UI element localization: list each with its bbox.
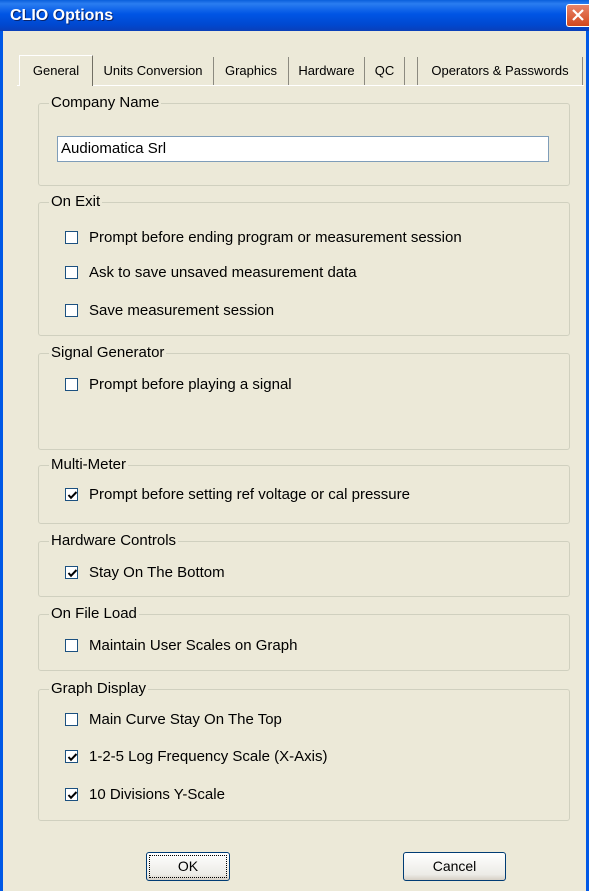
checkbox-label: Main Curve Stay On The Top — [89, 711, 282, 728]
group-label: Signal Generator — [49, 344, 167, 362]
checkbox-box[interactable] — [65, 304, 78, 317]
graph-display-group: Graph Display Main Curve Stay On The Top… — [38, 680, 570, 821]
group-label: Multi-Meter — [49, 456, 129, 474]
tab-units-conversion[interactable]: Units Conversion — [93, 57, 214, 85]
group-label: Graph Display — [49, 680, 149, 698]
checkmark-icon — [67, 791, 78, 800]
window-border-left — [0, 31, 3, 891]
tab-general[interactable]: General — [19, 55, 93, 86]
checkbox-box[interactable] — [65, 488, 78, 501]
checkbox-label: Stay On The Bottom — [89, 564, 225, 581]
checkbox-box[interactable] — [65, 750, 78, 763]
checkbox-box[interactable] — [65, 788, 78, 801]
checkbox-label: 1-2-5 Log Frequency Scale (X-Axis) — [89, 748, 328, 765]
group-label: Company Name — [49, 94, 162, 112]
checkbox-label: Maintain User Scales on Graph — [89, 637, 298, 654]
group-label: On Exit — [49, 193, 103, 211]
checkmark-icon — [67, 753, 78, 762]
checkbox-label: Prompt before ending program or measurem… — [89, 229, 462, 246]
window-title: CLIO Options — [10, 7, 114, 24]
checkbox-box[interactable] — [65, 266, 78, 279]
close-button[interactable] — [566, 4, 589, 27]
tab-strip: General Units Conversion Graphics Hardwa… — [0, 55, 589, 86]
checkbox-label: Save measurement session — [89, 302, 275, 319]
checkbox-box[interactable] — [65, 231, 78, 244]
group-label: Hardware Controls — [49, 532, 179, 550]
group-label: On File Load — [49, 605, 139, 623]
ok-button[interactable]: OK — [146, 852, 230, 881]
close-icon — [572, 9, 584, 21]
checkbox-box[interactable] — [65, 713, 78, 726]
company-name-input[interactable]: Audiomatica Srl — [57, 136, 549, 162]
signal-generator-group: Signal Generator Prompt before playing a… — [38, 344, 570, 450]
cancel-button[interactable]: Cancel — [403, 852, 506, 881]
tab-qc[interactable]: QC — [365, 57, 405, 85]
tab-operators-passwords[interactable]: Operators & Passwords — [417, 57, 583, 85]
checkmark-icon — [67, 569, 78, 578]
checkbox-label: 10 Divisions Y-Scale — [89, 786, 225, 803]
checkbox-box[interactable] — [65, 639, 78, 652]
checkbox-label: Prompt before playing a signal — [89, 376, 292, 393]
hardware-controls-group: Hardware Controls Stay On The Bottom — [38, 532, 570, 597]
checkbox-label: Ask to save unsaved measurement data — [89, 264, 357, 281]
title-bar[interactable]: CLIO Options — [0, 0, 589, 31]
on-file-load-group: On File Load Maintain User Scales on Gra… — [38, 605, 570, 671]
checkmark-icon — [67, 491, 78, 500]
checkbox-box[interactable] — [65, 378, 78, 391]
tab-graphics[interactable]: Graphics — [214, 57, 289, 85]
tab-divider — [17, 85, 584, 86]
checkbox-label: Prompt before setting ref voltage or cal… — [89, 486, 410, 503]
on-exit-group: On Exit Prompt before ending program or … — [38, 193, 570, 336]
tab-hardware[interactable]: Hardware — [289, 57, 365, 85]
multi-meter-group: Multi-Meter Prompt before setting ref vo… — [38, 456, 570, 524]
company-name-group: Company Name Audiomatica Srl — [38, 94, 570, 186]
checkbox-box[interactable] — [65, 566, 78, 579]
